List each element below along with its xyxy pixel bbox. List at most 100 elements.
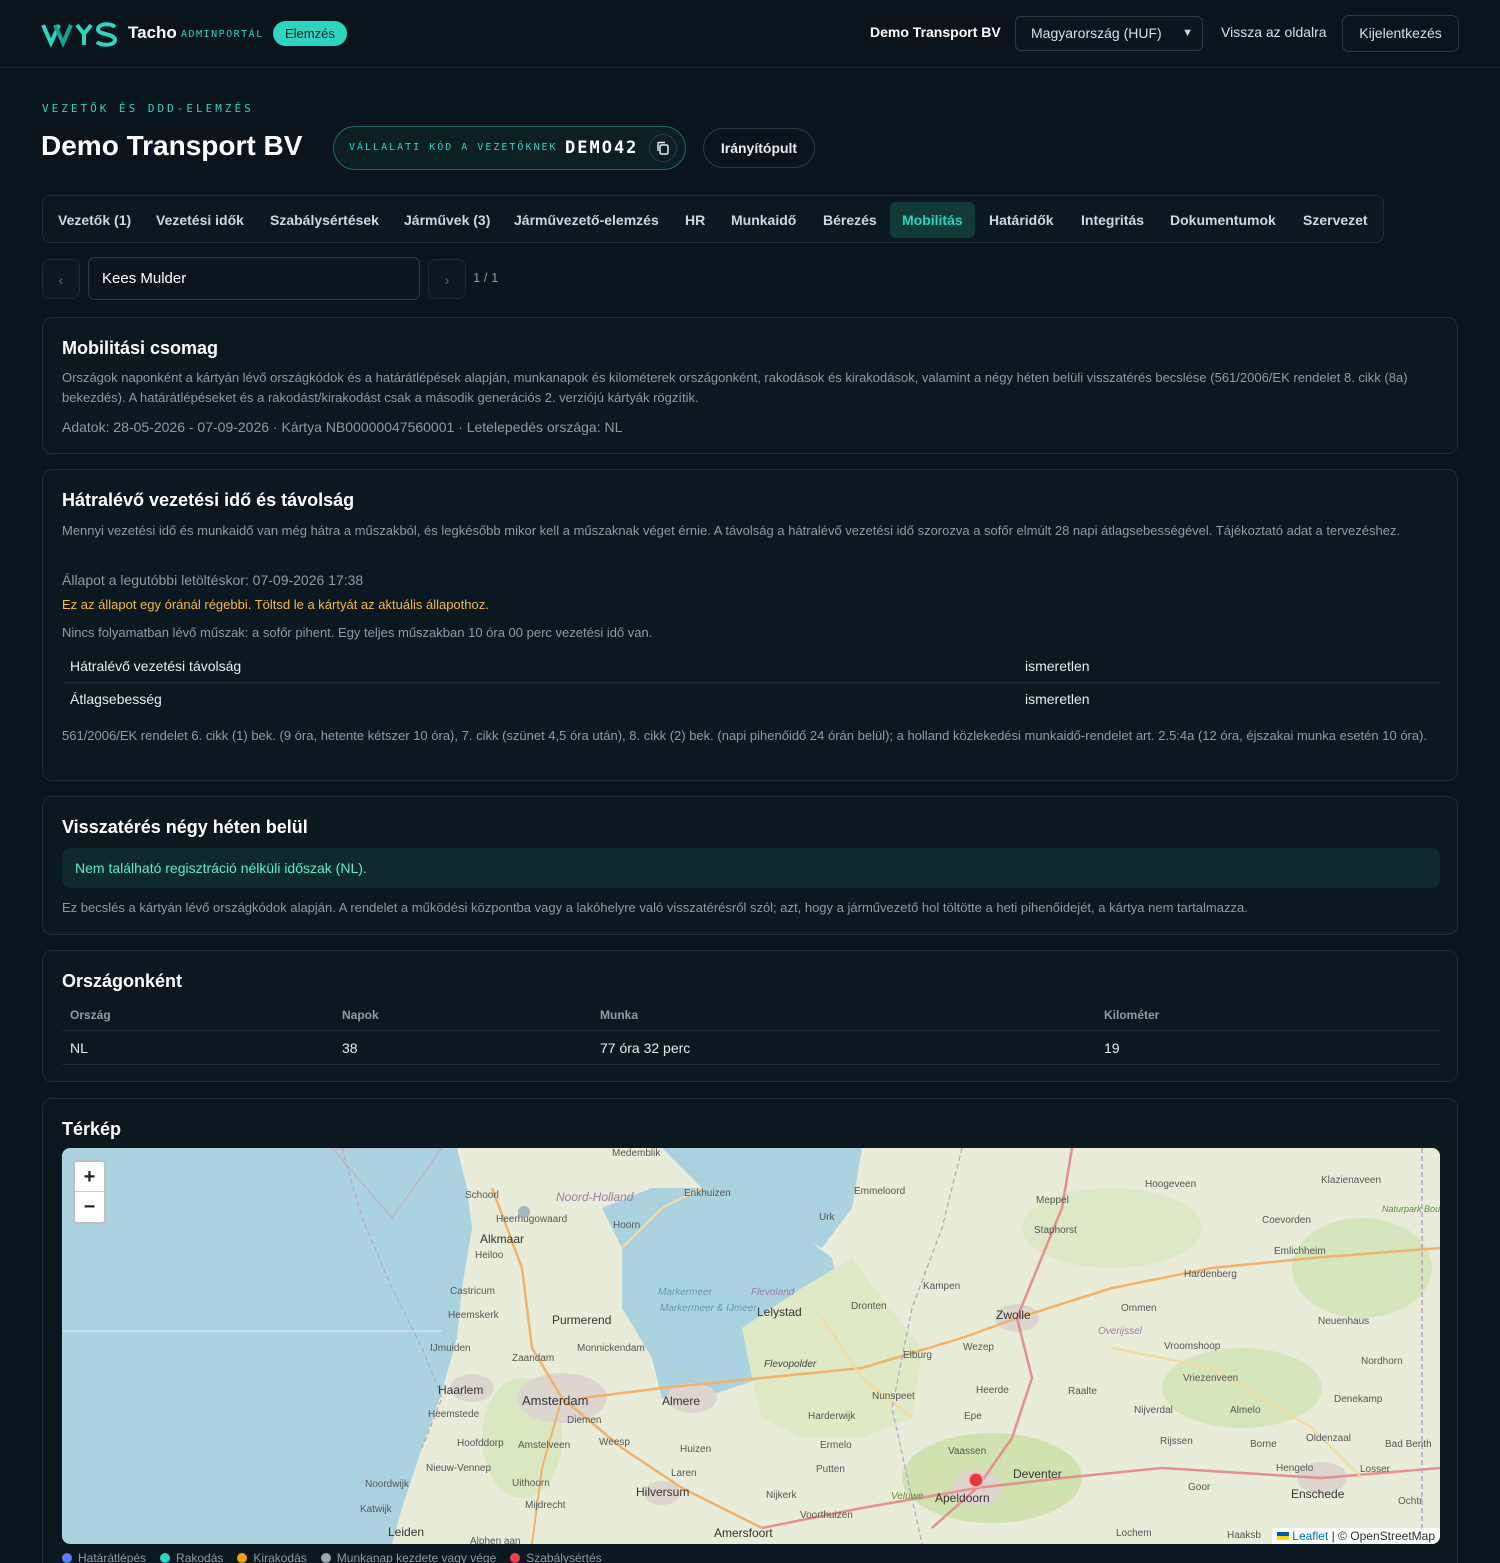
tab-mobility[interactable]: Mobilitás xyxy=(890,202,975,238)
tab-deadlines[interactable]: Határidők xyxy=(989,202,1054,238)
place-label: Hengelo xyxy=(1276,1463,1314,1474)
place-label: Heemstede xyxy=(428,1409,480,1420)
card-title: Térkép xyxy=(62,1119,122,1139)
place-label: Katwijk xyxy=(360,1504,393,1515)
card-description: Mennyi vezetési idő és munkaidő van még … xyxy=(62,523,1401,538)
zoom-in-button[interactable]: + xyxy=(75,1162,104,1192)
place-label: Heemskerk xyxy=(448,1310,500,1321)
place-label: Lelystad xyxy=(757,1305,802,1319)
place-label: Nijverdal xyxy=(1134,1405,1173,1416)
place-label: Voorthuizen xyxy=(800,1510,853,1521)
by-country-card: Országonként Ország Napok Munka Kilométe… xyxy=(42,950,1458,1082)
tab-payroll[interactable]: Bérezés xyxy=(823,202,877,238)
logout-button[interactable]: Kijelentkezés xyxy=(1342,15,1459,52)
place-label: Kampen xyxy=(923,1281,960,1292)
regulation-footnote: 561/2006/EK rendelet 6. cikk (1) bek. (9… xyxy=(62,728,1428,743)
back-link[interactable]: Vissza az oldalra xyxy=(1221,24,1327,40)
column-header-km: Kilométer xyxy=(1104,1008,1160,1022)
zoom-out-button[interactable]: − xyxy=(75,1192,104,1222)
tab-driving-times[interactable]: Vezetési idők xyxy=(156,202,244,238)
place-label: Laren xyxy=(671,1468,697,1479)
place-label: Heerde xyxy=(976,1385,1009,1396)
chevron-left-icon: ‹ xyxy=(58,272,64,288)
unloading-dot-icon xyxy=(237,1553,248,1563)
tab-hr[interactable]: HR xyxy=(685,202,705,238)
previous-driver-button[interactable]: ‹ xyxy=(42,259,80,299)
place-label: Denekamp xyxy=(1334,1394,1383,1405)
tab-organization[interactable]: Szervezet xyxy=(1303,202,1368,238)
place-label: Hoogeveen xyxy=(1145,1179,1196,1190)
place-label: Castricum xyxy=(450,1286,495,1297)
tab-drivers[interactable]: Vezetők (1) xyxy=(58,202,131,238)
logo-mark-icon xyxy=(41,22,118,48)
place-label: Schoorl xyxy=(465,1190,499,1201)
place-label: Noordwijk xyxy=(365,1479,410,1490)
cell-work: 77 óra 32 perc xyxy=(600,1040,691,1056)
copy-code-button[interactable] xyxy=(649,134,677,162)
place-label: Haarlem xyxy=(438,1383,483,1397)
tab-working-time[interactable]: Munkaidő xyxy=(731,202,796,238)
estimate-note: Ez becslés a kártyán lévő országkódok al… xyxy=(62,900,1248,915)
tab-violations[interactable]: Szabálysértések xyxy=(270,202,379,238)
page-eyebrow: VEZETŐK ÉS DDD-ELEMZÉS xyxy=(42,102,254,115)
place-label: Amstelveen xyxy=(518,1440,570,1451)
table-divider xyxy=(62,1064,1440,1065)
dashboard-button[interactable]: Irányítópult xyxy=(703,128,815,168)
analysis-badge: Elemzés xyxy=(273,21,347,46)
place-label: Urk xyxy=(819,1212,836,1223)
tab-integrity[interactable]: Integritás xyxy=(1081,202,1144,238)
map-marker[interactable] xyxy=(518,1206,530,1218)
row-label: Hátralévő vezetési távolság xyxy=(70,658,242,674)
border-crossing-dot-icon xyxy=(62,1553,72,1563)
driver-counter: 1 / 1 xyxy=(473,270,499,285)
copy-icon xyxy=(657,141,669,155)
tab-driver-analysis[interactable]: Járművezető-elemzés xyxy=(514,202,659,238)
card-title: Mobilitási csomag xyxy=(62,338,219,358)
row-value: ismeretlen xyxy=(1025,691,1090,707)
place-label: Emlichheim xyxy=(1274,1246,1326,1257)
workday-dot-icon xyxy=(320,1553,331,1563)
legend-item: Kirakodás xyxy=(237,1551,307,1563)
next-driver-button[interactable]: › xyxy=(428,259,466,299)
place-label: Dronten xyxy=(851,1301,887,1312)
mobility-package-card: Mobilitási csomag Országok naponként a k… xyxy=(42,317,1458,454)
tab-vehicles[interactable]: Járművek (3) xyxy=(404,202,490,238)
osm-attribution[interactable]: | © OpenStreetMap xyxy=(1332,1529,1435,1543)
place-label: Apeldoorn xyxy=(935,1491,990,1505)
driver-select[interactable]: Kees Mulder xyxy=(88,257,420,300)
column-header-country: Ország xyxy=(70,1008,111,1022)
map-card: Térkép Medemblik Noord-Holland Enkhuizen… xyxy=(42,1098,1458,1563)
tab-documents[interactable]: Dokumentumok xyxy=(1170,202,1276,238)
legend-item: Munkanap kezdete vagy vége xyxy=(320,1551,496,1563)
place-label: Goor xyxy=(1188,1482,1211,1493)
place-label: Hoofddorp xyxy=(457,1438,504,1449)
place-label: Putten xyxy=(816,1464,845,1475)
place-label: Markermeer xyxy=(658,1287,713,1298)
section-tabs: Vezetők (1) Vezetési idők Szabálysértése… xyxy=(42,195,1384,243)
place-label: Uithoorn xyxy=(512,1478,550,1489)
map-view[interactable]: Medemblik Noord-Holland Enkhuizen Schoor… xyxy=(62,1148,1440,1544)
place-label: Ommen xyxy=(1121,1303,1157,1314)
place-label: Hilversum xyxy=(636,1485,689,1499)
country-currency-select[interactable]: Magyarország (HUF) ▼ xyxy=(1015,16,1203,51)
place-label: Bad Benth xyxy=(1385,1439,1432,1450)
loading-dot-icon xyxy=(160,1553,171,1563)
info-box: Nem található regisztráció nélküli idősz… xyxy=(62,848,1440,888)
brand-subtitle: ADMINPORTÁL xyxy=(181,29,264,40)
card-title: Visszatérés négy héten belül xyxy=(62,817,308,837)
map-attribution: Leaflet | © OpenStreetMap xyxy=(1271,1528,1440,1544)
place-label: Nieuw-Vennep xyxy=(426,1463,491,1474)
logo[interactable] xyxy=(41,19,119,49)
place-label: Enschede xyxy=(1291,1487,1345,1501)
leaflet-link[interactable]: Leaflet xyxy=(1292,1529,1328,1543)
place-label: Heiloo xyxy=(475,1250,504,1261)
place-label: Neuenhaus xyxy=(1318,1316,1369,1327)
violation-marker[interactable] xyxy=(968,1472,984,1488)
place-label: Coevorden xyxy=(1262,1215,1311,1226)
legend-label: Határátlépés xyxy=(78,1551,147,1563)
table-row: Hátralévő vezetési távolság ismeretlen xyxy=(62,650,1440,683)
place-label: Borne xyxy=(1250,1439,1277,1450)
place-label: Losser xyxy=(1360,1464,1391,1475)
place-label: Noord-Holland xyxy=(556,1190,634,1204)
table-divider xyxy=(62,1030,1440,1031)
